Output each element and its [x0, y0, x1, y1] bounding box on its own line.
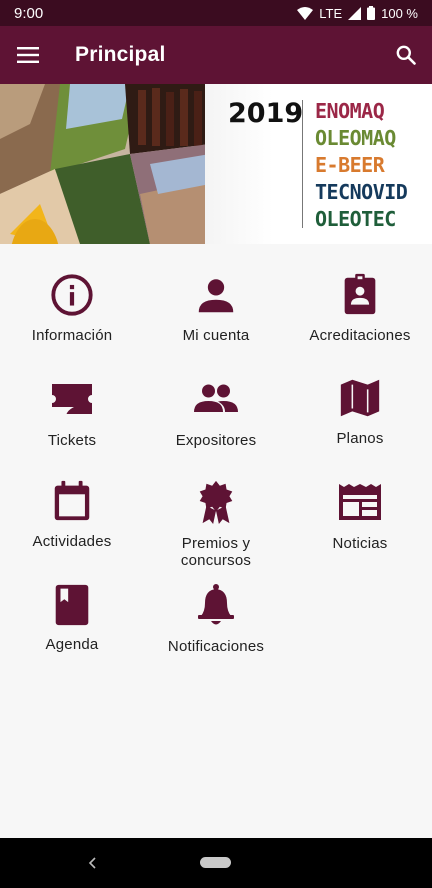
- hamburger-icon: [17, 47, 39, 63]
- menu-tile-mi-cuenta[interactable]: Mi cuenta: [144, 244, 288, 344]
- menu-tile-label: Noticias: [332, 535, 388, 552]
- menu-tile-agenda[interactable]: Agenda: [0, 553, 144, 653]
- banner-brand-oleomaq: OLEOMAQ: [315, 126, 396, 150]
- menu-tile-label: Planos: [336, 430, 384, 447]
- menu-tile-label: Tickets: [47, 432, 97, 449]
- banner-brand-e-beer: E-BEER: [315, 153, 385, 177]
- menu-tile-notificaciones[interactable]: Notificaciones: [144, 553, 288, 655]
- banner-brand-tecnovid: TECNOVID: [315, 180, 408, 204]
- status-indicators: LTE 100 %: [297, 6, 418, 21]
- menu-tile-label: Agenda: [45, 636, 99, 653]
- banner-brand-oleotec: OLEOTEC: [315, 207, 396, 231]
- menu-tile-premios-y-concursos[interactable]: Premios y concursos: [144, 450, 288, 569]
- search-icon: [396, 45, 416, 65]
- battery-level: 100 %: [381, 5, 418, 21]
- people-icon: [192, 375, 240, 423]
- menu-tile-label: Expositores: [175, 432, 257, 449]
- status-time: 9:00: [14, 4, 44, 22]
- menu-tile-tickets[interactable]: Tickets: [0, 347, 144, 449]
- calendar-icon: [48, 478, 96, 524]
- menu-tile-label: Acreditaciones: [309, 327, 411, 344]
- signal-icon: [348, 6, 362, 20]
- award-icon: [192, 478, 240, 526]
- badge-icon: [336, 272, 384, 318]
- wifi-icon: [297, 6, 314, 20]
- person-icon: [192, 272, 240, 318]
- menu-tile-informacion[interactable]: Información: [0, 244, 144, 344]
- map-icon: [336, 375, 384, 421]
- page-title: Principal: [75, 43, 166, 66]
- news-icon: [336, 478, 384, 526]
- menu-tile-label: Actividades: [32, 533, 112, 550]
- menu-tile-acreditaciones[interactable]: Acreditaciones: [288, 244, 432, 344]
- menu-tile-planos[interactable]: Planos: [288, 347, 432, 447]
- bookmark-book-icon: [48, 581, 96, 627]
- menu-tile-actividades[interactable]: Actividades: [0, 450, 144, 550]
- banner-year: 2019: [228, 98, 304, 129]
- network-type: LTE: [319, 5, 343, 21]
- app-bar: Principal: [0, 26, 432, 84]
- system-nav-bar: [0, 838, 432, 888]
- banner-brand-enomaq: ENOMAQ: [315, 99, 385, 123]
- banner-logo-area: 2019 ENOMAQ OLEOMAQ E-BEER TECNOVID OLEOTEC: [205, 84, 432, 244]
- banner-photo-collage: [0, 84, 210, 244]
- home-pill-icon[interactable]: [200, 857, 231, 868]
- battery-icon: [367, 6, 376, 20]
- ticket-icon: [48, 375, 96, 423]
- event-banner: 2019 ENOMAQ OLEOMAQ E-BEER TECNOVID OLEOTEC: [0, 84, 432, 244]
- banner-divider: [302, 100, 303, 228]
- menu-button[interactable]: [0, 26, 56, 84]
- menu-tile-label: Notificaciones: [167, 638, 265, 655]
- banner-brand-list: ENOMAQ OLEOMAQ E-BEER TECNOVID OLEOTEC: [315, 98, 408, 233]
- menu-tile-label: Información: [31, 327, 113, 344]
- back-icon[interactable]: [86, 852, 100, 874]
- info-icon: [48, 272, 96, 318]
- menu-tile-noticias[interactable]: Noticias: [288, 450, 432, 552]
- menu-tile-label: Mi cuenta: [182, 327, 250, 344]
- search-button[interactable]: [380, 26, 432, 84]
- status-bar: 9:00 LTE 100 %: [0, 0, 432, 26]
- bell-icon: [192, 581, 240, 629]
- menu-tile-expositores[interactable]: Expositores: [144, 347, 288, 449]
